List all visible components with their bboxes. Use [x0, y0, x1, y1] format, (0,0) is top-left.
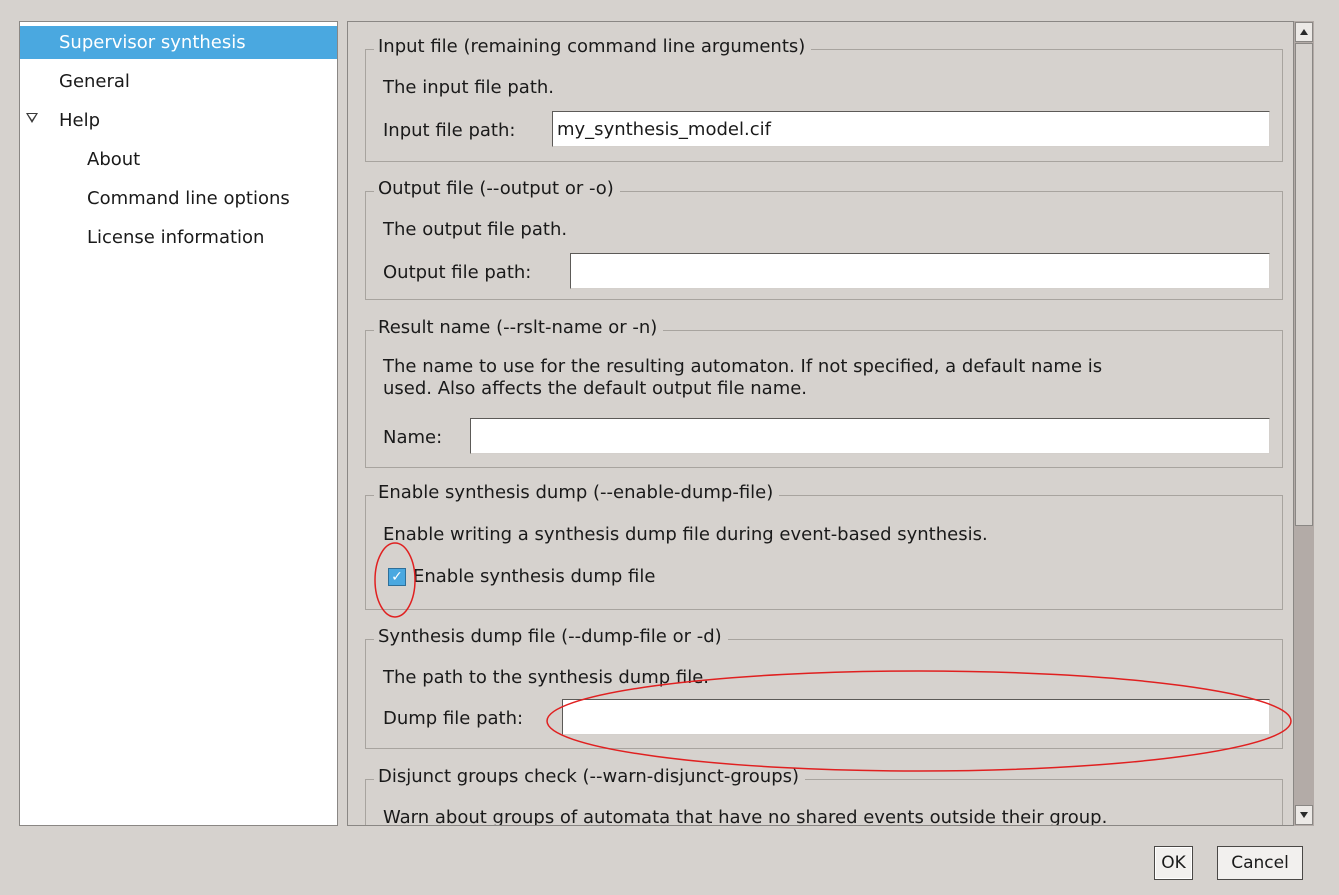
disjunct-groups-check-group: Disjunct groups check (--warn-disjunct-g…	[365, 766, 1283, 826]
cancel-button[interactable]: Cancel	[1217, 846, 1303, 880]
group-description-line2: used. Also affects the default output fi…	[383, 378, 808, 399]
scrollbar-thumb[interactable]	[1295, 43, 1313, 526]
group-title: Disjunct groups check (--warn-disjunct-g…	[374, 766, 806, 787]
field-label: Output file path:	[383, 262, 532, 283]
group-description: Enable writing a synthesis dump file dur…	[383, 524, 988, 545]
tree-item-general[interactable]: General	[20, 65, 337, 98]
group-description: The output file path.	[383, 219, 568, 240]
output-file-group: Output file (--output or -o) The output …	[365, 178, 1283, 300]
tree-item-label: About	[87, 149, 141, 170]
group-description: Warn about groups of automata that have …	[383, 807, 1108, 826]
field-label: Dump file path:	[383, 708, 524, 729]
input-file-group: Input file (remaining command line argum…	[365, 36, 1283, 162]
tree-item-label: Command line options	[87, 188, 290, 209]
result-name-group: Result name (--rslt-name or -n) The name…	[365, 317, 1283, 468]
enable-synthesis-dump-group: Enable synthesis dump (--enable-dump-fil…	[365, 482, 1283, 610]
checkbox-label[interactable]: Enable synthesis dump file	[413, 566, 655, 587]
tree-item-label: Supervisor synthesis	[59, 32, 246, 53]
output-file-path-field[interactable]	[570, 253, 1270, 289]
tree-item-license-information[interactable]: License information	[20, 221, 337, 254]
tree-item-help[interactable]: Help	[20, 104, 337, 137]
group-title: Input file (remaining command line argum…	[374, 36, 812, 57]
vertical-scrollbar[interactable]	[1293, 21, 1314, 826]
tree-item-label: Help	[59, 110, 101, 131]
settings-tree: Supervisor synthesis General Help About …	[19, 21, 338, 826]
group-title: Result name (--rslt-name or -n)	[374, 317, 664, 338]
input-file-path-field[interactable]	[552, 111, 1270, 147]
group-title: Synthesis dump file (--dump-file or -d)	[374, 626, 728, 647]
tree-item-supervisor-synthesis[interactable]: Supervisor synthesis	[20, 26, 337, 59]
group-description-line1: The name to use for the resulting automa…	[383, 356, 1103, 377]
field-label: Input file path:	[383, 120, 516, 141]
field-label: Name:	[383, 427, 443, 448]
tree-item-command-line-options[interactable]: Command line options	[20, 182, 337, 215]
scroll-down-arrow-icon[interactable]	[1295, 805, 1313, 825]
scroll-up-arrow-icon[interactable]	[1295, 22, 1313, 42]
tree-item-label: License information	[87, 227, 265, 248]
dump-file-path-field[interactable]	[562, 699, 1270, 735]
tree-item-about[interactable]: About	[20, 143, 337, 176]
group-title: Output file (--output or -o)	[374, 178, 620, 199]
options-scroll-pane: Input file (remaining command line argum…	[347, 21, 1314, 826]
expand-triangle-icon[interactable]	[26, 113, 38, 123]
group-description: The path to the synthesis dump file.	[383, 667, 710, 688]
ok-button[interactable]: OK	[1154, 846, 1193, 880]
result-name-field[interactable]	[470, 418, 1270, 454]
group-description: The input file path.	[383, 77, 554, 98]
group-title: Enable synthesis dump (--enable-dump-fil…	[374, 482, 780, 503]
synthesis-dump-file-group: Synthesis dump file (--dump-file or -d) …	[365, 626, 1283, 749]
enable-dump-checkbox[interactable]: ✓	[388, 568, 406, 586]
tree-item-label: General	[59, 71, 130, 92]
